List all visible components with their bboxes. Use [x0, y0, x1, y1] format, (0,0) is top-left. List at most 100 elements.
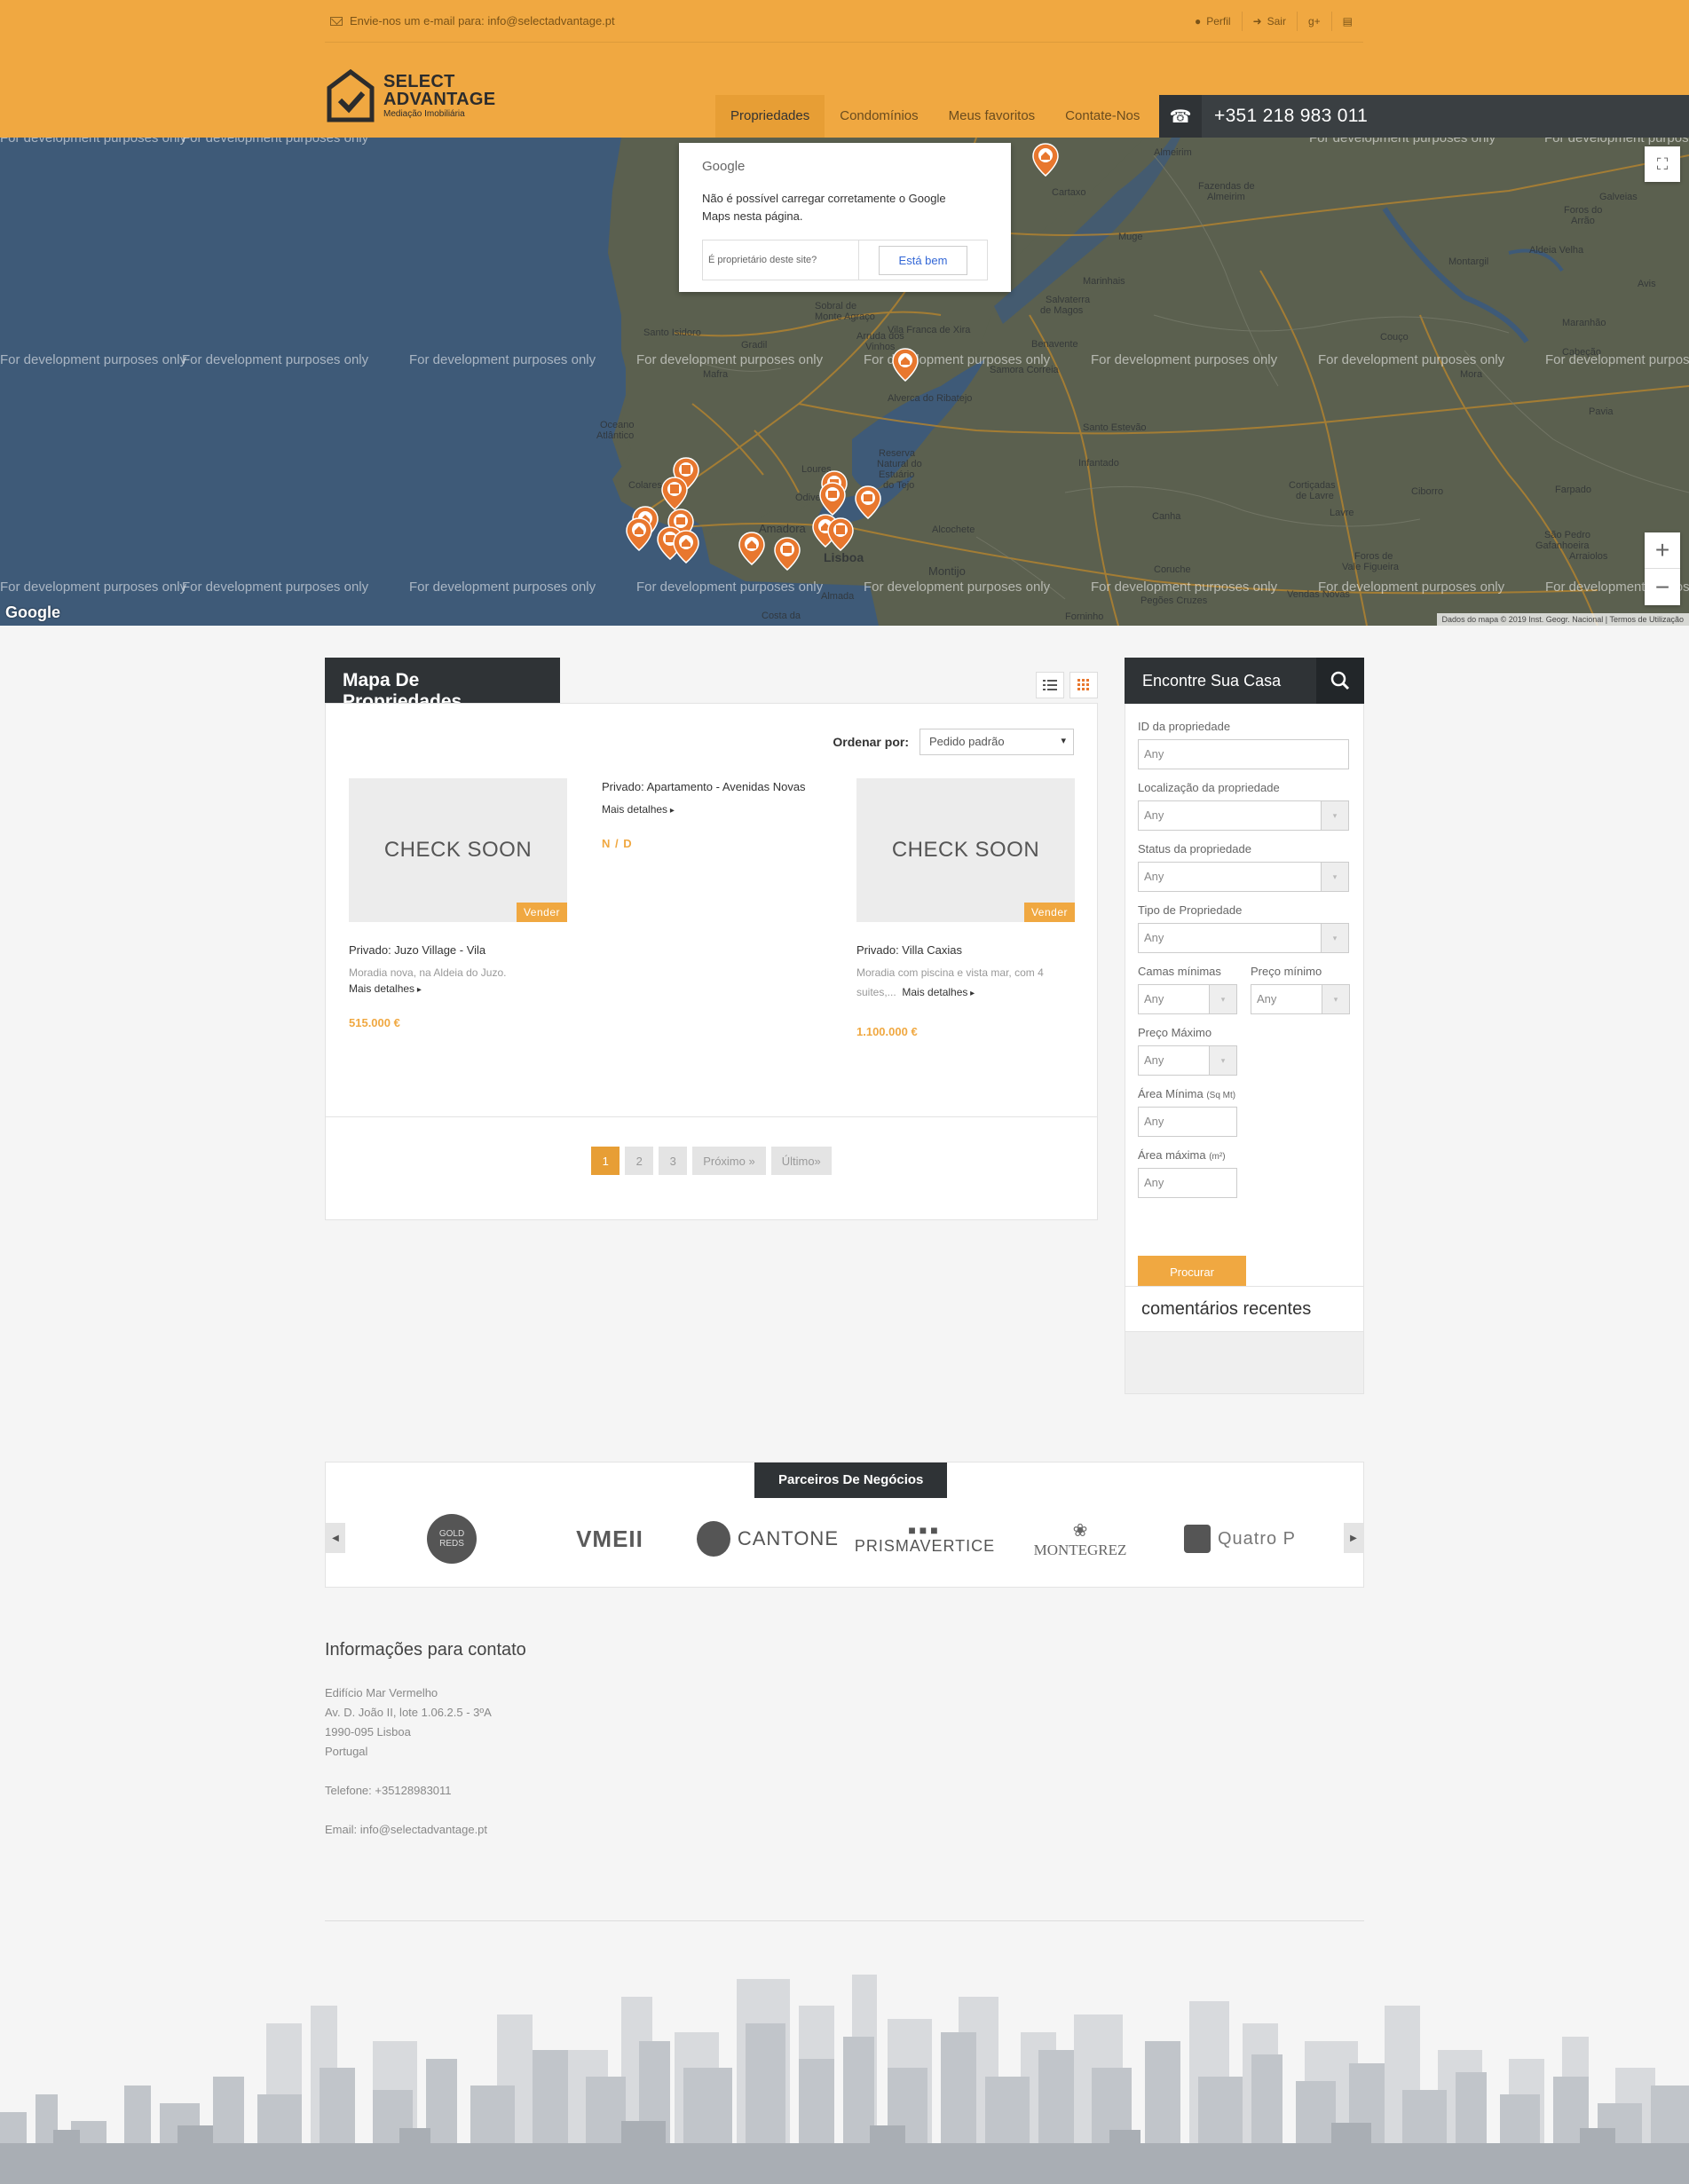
grid-view-button[interactable] [1069, 672, 1098, 698]
nav-item-favoritos[interactable]: Meus favoritos [934, 95, 1051, 138]
svg-text:Forninho: Forninho [1065, 611, 1103, 622]
map-marker-icon[interactable] [1032, 143, 1059, 177]
email-link[interactable]: Envie-nos um e-mail para: info@selectadv… [330, 14, 615, 28]
profile-link[interactable]: ● Perfil [1184, 12, 1242, 31]
map-watermark: For development purposes only [1091, 580, 1278, 595]
image-placeholder-text: CHECK SOON [891, 838, 1040, 862]
svg-text:Santo Isidoro: Santo Isidoro [643, 327, 701, 338]
type-select[interactable]: Any [1138, 923, 1349, 953]
city-skyline-illustration [0, 1975, 1689, 2184]
nav-item-condominios[interactable]: Condomínios [825, 95, 933, 138]
svg-text:Marinhais: Marinhais [1083, 276, 1125, 287]
min-beds-select[interactable]: Any [1138, 984, 1237, 1014]
partner-logo-prismavertice[interactable]: ■■■ PRISMAVERTICE [855, 1514, 994, 1564]
partner-logo-quatro-p[interactable]: Quatro P [1169, 1514, 1311, 1564]
property-card[interactable]: CHECK SOON Vender Privado: Villa Caxias … [856, 778, 1075, 1038]
max-price-select[interactable]: Any [1138, 1045, 1237, 1076]
max-area-input[interactable]: Any [1138, 1168, 1237, 1198]
location-select[interactable]: Any [1138, 800, 1349, 831]
search-icon[interactable] [1316, 658, 1364, 704]
property-listing: Mapa De Propriedades Ordenar por: Pedido… [325, 658, 1098, 1220]
map-marker-icon[interactable] [738, 532, 765, 565]
nav-item-contate[interactable]: Contate-Nos [1050, 95, 1155, 138]
min-price-select[interactable]: Any [1251, 984, 1350, 1014]
property-card[interactable]: Privado: Apartamento - Avenidas Novas Ma… [602, 778, 806, 850]
partner-logo-vmeii[interactable]: VMEII [556, 1514, 663, 1564]
map-watermark: For development purposes only [1544, 138, 1689, 146]
partner-logo-gold-reds[interactable]: GOLD REDS [425, 1514, 478, 1564]
property-id-input[interactable]: Any [1138, 739, 1349, 769]
property-image[interactable]: CHECK SOON Vender [349, 778, 567, 922]
logout-link[interactable]: ➜ Sair [1241, 12, 1297, 31]
map-marker-icon[interactable] [827, 517, 854, 551]
svg-text:Montijo: Montijo [928, 564, 966, 578]
field-label: Preço Máximo [1138, 1026, 1212, 1039]
min-area-input[interactable]: Any [1138, 1107, 1237, 1137]
logo-line-1: SELECT [383, 72, 455, 91]
map-watermark: For development purposes only [1318, 580, 1505, 595]
owner-question: É proprietário deste site? [703, 240, 859, 280]
map-marker-icon[interactable] [673, 530, 699, 564]
carousel-next-button[interactable]: ▶ [1344, 1523, 1363, 1553]
logo-tagline: Mediação Imobiliária [383, 109, 465, 119]
more-details-link[interactable]: Mais detalhes [902, 986, 975, 998]
list-view-button[interactable] [1036, 672, 1064, 698]
map-marker-icon[interactable] [626, 517, 652, 551]
map-attribution[interactable]: Dados do mapa © 2019 Inst. Geogr. Nacion… [1436, 613, 1689, 626]
map-marker-icon[interactable] [774, 537, 801, 571]
sort-select[interactable]: Pedido padrão [919, 729, 1074, 755]
partner-logo-cantone[interactable]: CANTONE [697, 1514, 839, 1564]
last-page[interactable]: Último» [770, 1147, 832, 1175]
listing-title: Mapa De Propriedades [325, 658, 560, 712]
property-card[interactable]: CHECK SOON Vender Privado: Juzo Village … [349, 778, 567, 1029]
chevron-left-icon: ◀ [332, 1533, 339, 1543]
field-label: Preço mínimo [1251, 965, 1322, 978]
gold-reds-text: GOLD REDS [427, 1514, 477, 1564]
svg-text:Lavre: Lavre [1330, 508, 1354, 518]
map-marker-icon[interactable] [892, 348, 919, 382]
google-plus-icon: g+ [1307, 15, 1321, 28]
recent-comments-body [1125, 1332, 1364, 1394]
phone-number[interactable]: +351 218 983 011 [1214, 106, 1368, 127]
carousel-prev-button[interactable]: ◀ [326, 1523, 345, 1553]
partner-logo-montegrez[interactable]: ❀ MONTEGREZ [1022, 1514, 1138, 1564]
fullscreen-button[interactable]: ⛶ [1645, 146, 1680, 182]
map-watermark: For development purposes only [1545, 352, 1689, 367]
svg-text:Maranhão: Maranhão [1562, 318, 1606, 328]
svg-text:Foros de: Foros de [1354, 551, 1393, 562]
more-details-link[interactable]: Mais detalhes [602, 803, 806, 816]
contact-phone[interactable]: Telefone: +35128983011 [325, 1781, 857, 1801]
list-view-icon [1043, 680, 1057, 690]
map-marker-icon[interactable] [819, 482, 846, 516]
property-title[interactable]: Privado: Apartamento - Avenidas Novas [602, 778, 806, 796]
property-title[interactable]: Privado: Juzo Village - Vila [349, 942, 567, 959]
svg-text:Galveias: Galveias [1599, 192, 1638, 202]
contact-info: Informações para contato Edifício Mar Ve… [325, 1640, 857, 1840]
page-2[interactable]: 2 [625, 1147, 654, 1175]
search-button[interactable]: Procurar [1138, 1256, 1246, 1288]
site-logo[interactable]: SELECT ADVANTAGE Mediação Imobiliária [327, 69, 495, 122]
properties-map[interactable]: Almeirim Fazendas de Almeirim Cartaxo Mu… [0, 138, 1689, 626]
zoom-in-button[interactable]: + [1645, 532, 1680, 569]
contact-email[interactable]: Email: info@selectadvantage.pt [325, 1820, 857, 1840]
svg-text:Almeirim: Almeirim [1207, 192, 1245, 202]
property-title[interactable]: Privado: Villa Caxias [856, 942, 1075, 959]
svg-text:Coruche: Coruche [1154, 564, 1191, 575]
min-area-label: Área Mínima [1138, 1087, 1204, 1100]
next-page[interactable]: Próximo » [692, 1147, 766, 1175]
ok-button[interactable]: Está bem [878, 245, 968, 275]
status-select[interactable]: Any [1138, 862, 1349, 892]
map-marker-icon[interactable] [855, 485, 881, 519]
more-details-link[interactable]: Mais detalhes [349, 982, 567, 995]
page-1[interactable]: 1 [591, 1147, 620, 1175]
zoom-out-button[interactable]: − [1645, 569, 1680, 605]
google-plus-link[interactable]: g+ [1296, 12, 1331, 31]
page-3[interactable]: 3 [659, 1147, 688, 1175]
nav-item-propriedades[interactable]: Propriedades [715, 95, 825, 138]
rss-link[interactable]: ▤ [1330, 12, 1363, 31]
field-label: Localização da propriedade [1138, 781, 1280, 794]
search-widget: Encontre Sua Casa ID da propriedade Any … [1125, 658, 1364, 1306]
map-marker-icon[interactable] [661, 477, 688, 510]
property-image[interactable]: CHECK SOON Vender [856, 778, 1075, 922]
svg-text:Alcochete: Alcochete [932, 524, 975, 535]
